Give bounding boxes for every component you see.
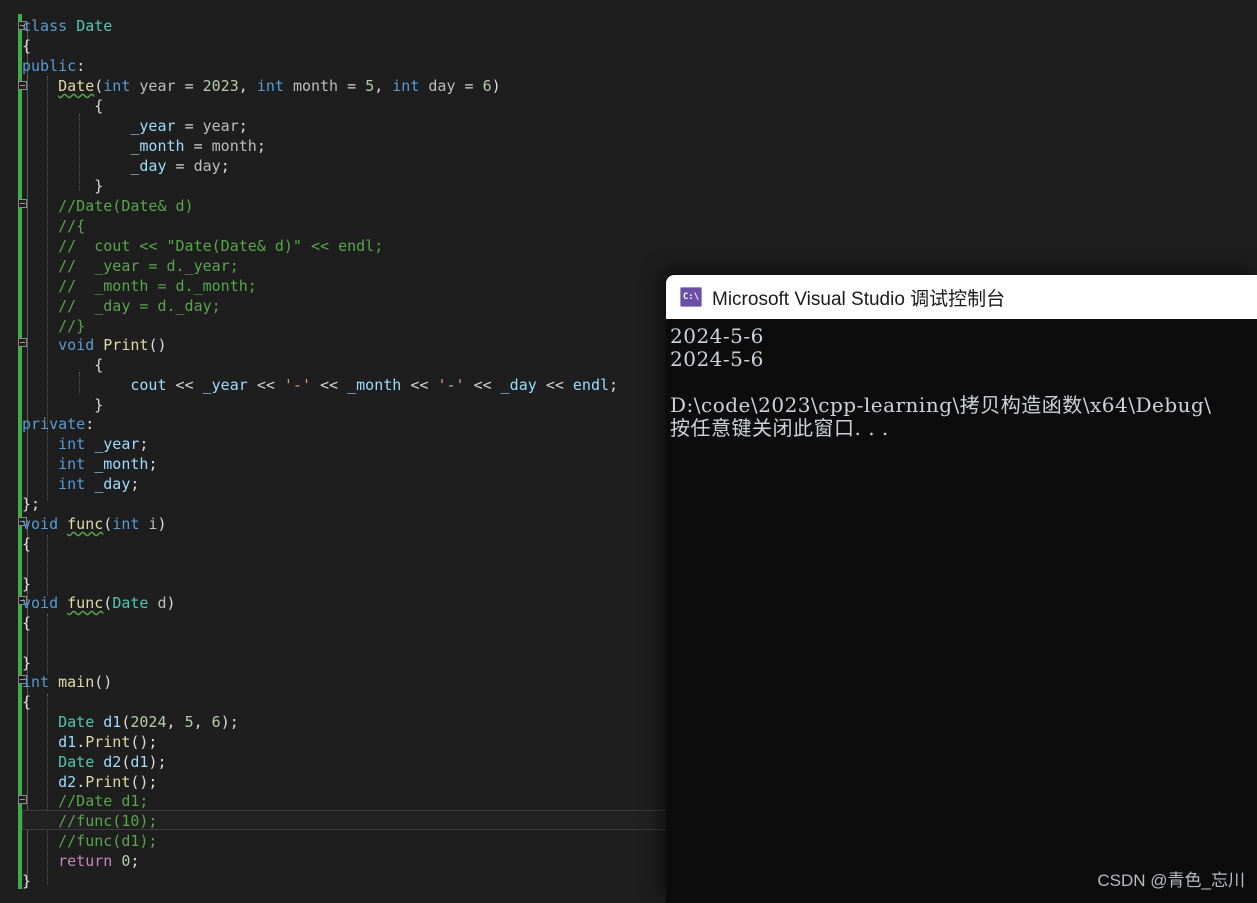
- code-line[interactable]: {: [22, 534, 31, 554]
- screenshot-root: class Date { public: Date(int year = 202…: [0, 0, 1257, 903]
- code-line[interactable]: }: [22, 871, 31, 891]
- console-app-icon: C:\: [680, 287, 702, 307]
- console-output[interactable]: 2024-5-6 2024-5-6 D:\code\2023\cpp-learn…: [666, 319, 1257, 903]
- console-app-icon-label: C:\: [682, 291, 700, 302]
- code-line[interactable]: _day = day;: [22, 156, 229, 176]
- indent-guide: [47, 535, 48, 595]
- code-line[interactable]: // _month = d._month;: [22, 276, 257, 296]
- code-line[interactable]: int _month;: [22, 454, 157, 474]
- console-title-bar[interactable]: C:\ Microsoft Visual Studio 调试控制台: [666, 275, 1257, 319]
- code-line[interactable]: //func(d1);: [22, 831, 157, 851]
- code-line[interactable]: //func(10);: [22, 811, 157, 831]
- console-output-line: 按任意键关闭此窗口. . .: [670, 416, 889, 440]
- code-line[interactable]: Date d2(d1);: [22, 752, 166, 772]
- code-line[interactable]: void func(int i): [22, 514, 167, 534]
- code-line[interactable]: cout << _year << '-' << _month << '-' <<…: [22, 375, 618, 395]
- console-title: Microsoft Visual Studio 调试控制台: [712, 288, 1006, 310]
- code-line[interactable]: {: [22, 36, 31, 56]
- code-line[interactable]: [22, 554, 31, 574]
- code-line[interactable]: private:: [22, 414, 94, 434]
- code-line[interactable]: }: [22, 395, 103, 415]
- code-line[interactable]: _month = month;: [22, 136, 265, 156]
- code-line[interactable]: void func(Date d): [22, 593, 176, 613]
- watermark: CSDN @青色_忘川: [1097, 871, 1245, 890]
- code-line[interactable]: int _year;: [22, 434, 148, 454]
- code-line[interactable]: {: [22, 692, 31, 712]
- console-output-line: 2024-5-6: [670, 324, 764, 348]
- console-output-line: D:\code\2023\cpp-learning\拷贝构造函数\x64\Deb…: [670, 393, 1212, 417]
- code-line[interactable]: {: [22, 355, 103, 375]
- code-line[interactable]: //}: [22, 316, 85, 336]
- code-line[interactable]: int _day;: [22, 474, 139, 494]
- indent-guide: [47, 614, 48, 674]
- code-line[interactable]: d2.Print();: [22, 772, 157, 792]
- code-line[interactable]: void Print(): [22, 335, 166, 355]
- console-output-line: 2024-5-6: [670, 347, 764, 371]
- code-line[interactable]: int main(): [22, 672, 112, 692]
- code-line[interactable]: Date d1(2024, 5, 6);: [22, 712, 239, 732]
- code-line[interactable]: };: [22, 494, 40, 514]
- code-line[interactable]: Date(int year = 2023, int month = 5, int…: [22, 76, 501, 96]
- code-line[interactable]: _year = year;: [22, 116, 247, 136]
- code-line[interactable]: }: [22, 574, 31, 594]
- code-line[interactable]: //Date d1;: [22, 791, 148, 811]
- code-line[interactable]: {: [22, 96, 103, 116]
- code-line[interactable]: {: [22, 613, 31, 633]
- code-line[interactable]: //Date(Date& d): [22, 196, 193, 216]
- code-line[interactable]: return 0;: [22, 851, 139, 871]
- debug-console-window[interactable]: C:\ Microsoft Visual Studio 调试控制台 2024-5…: [666, 275, 1257, 903]
- code-line[interactable]: [22, 633, 31, 653]
- code-line[interactable]: d1.Print();: [22, 732, 157, 752]
- code-line[interactable]: //{: [22, 216, 85, 236]
- code-line[interactable]: public:: [22, 56, 85, 76]
- code-line[interactable]: class Date: [22, 16, 112, 36]
- code-line[interactable]: // cout << "Date(Date& d)" << endl;: [22, 236, 383, 256]
- code-line[interactable]: // _year = d._year;: [22, 256, 239, 276]
- code-line[interactable]: // _day = d._day;: [22, 296, 221, 316]
- code-line[interactable]: }: [22, 653, 31, 673]
- code-line[interactable]: }: [22, 176, 103, 196]
